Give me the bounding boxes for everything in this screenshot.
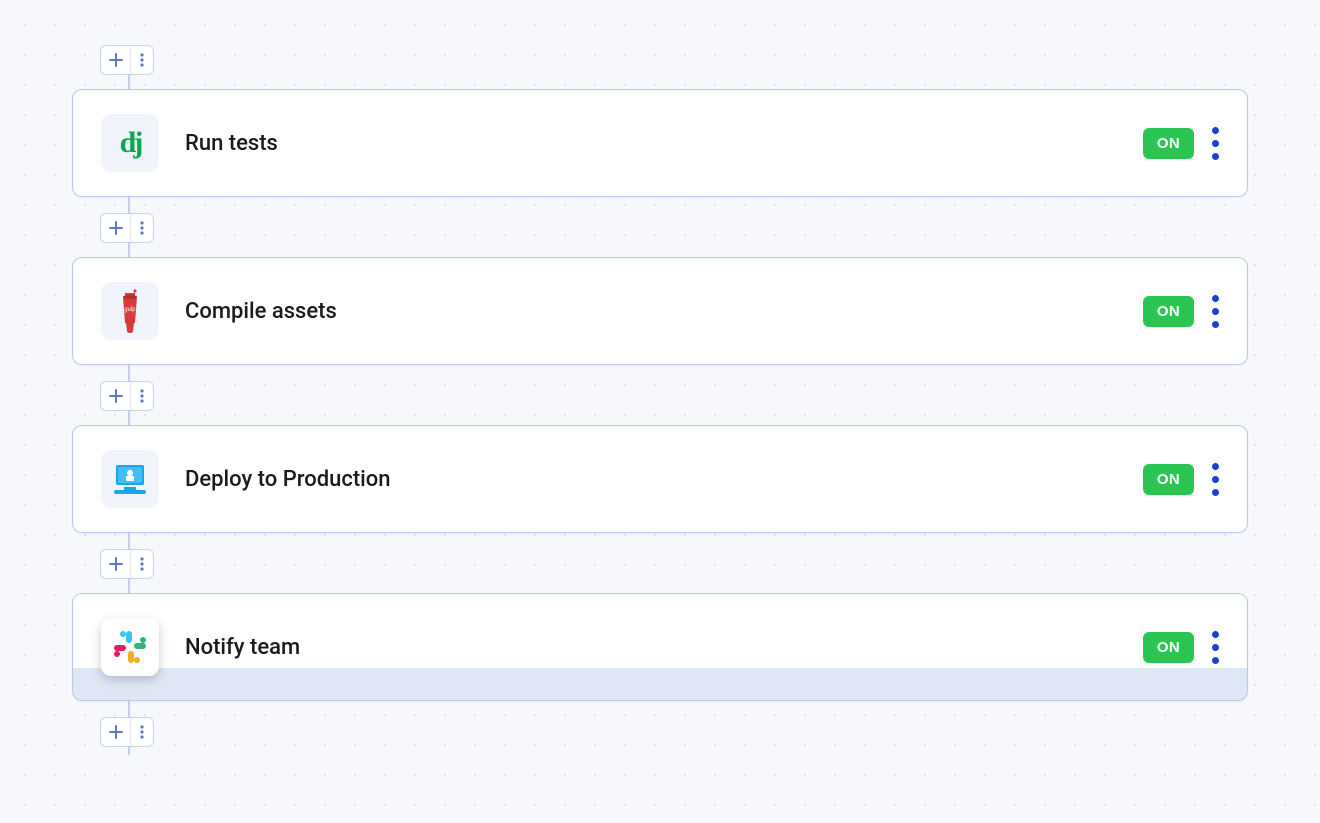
drag-handle-icon[interactable] <box>1212 127 1219 160</box>
drag-handle-icon[interactable] <box>1212 631 1219 664</box>
action-title: Compile assets <box>185 299 1143 324</box>
status-toggle[interactable]: ON <box>1143 296 1194 327</box>
action-card-deploy-production[interactable]: Deploy to Production ON <box>72 425 1248 533</box>
pipeline-canvas: dj Run tests ON gulp <box>0 0 1320 747</box>
action-title: Deploy to Production <box>185 467 1143 492</box>
insert-action-1[interactable] <box>100 213 154 243</box>
status-toggle[interactable]: ON <box>1143 632 1194 663</box>
drag-handle-icon[interactable] <box>1212 295 1219 328</box>
insert-action-4[interactable] <box>100 717 154 747</box>
plus-icon[interactable] <box>101 382 131 410</box>
insert-action-3[interactable] <box>100 549 154 579</box>
action-title: Run tests <box>185 131 1143 156</box>
insert-action-2[interactable] <box>100 381 154 411</box>
insert-menu-icon[interactable] <box>131 382 153 410</box>
insert-menu-icon[interactable] <box>131 46 153 74</box>
insert-action-0[interactable] <box>100 45 154 75</box>
svg-text:gulp: gulp <box>124 306 135 313</box>
slack-icon <box>101 618 159 676</box>
action-title: Notify team <box>185 635 1143 660</box>
action-card-run-tests[interactable]: dj Run tests ON <box>72 89 1248 197</box>
drag-handle-icon[interactable] <box>1212 463 1219 496</box>
status-toggle[interactable]: ON <box>1143 464 1194 495</box>
gulp-icon: gulp <box>101 282 159 340</box>
plus-icon[interactable] <box>101 214 131 242</box>
deploy-icon <box>101 450 159 508</box>
plus-icon[interactable] <box>101 550 131 578</box>
django-icon: dj <box>101 114 159 172</box>
insert-menu-icon[interactable] <box>131 550 153 578</box>
insert-menu-icon[interactable] <box>131 214 153 242</box>
action-card-compile-assets[interactable]: gulp Compile assets ON <box>72 257 1248 365</box>
insert-menu-icon[interactable] <box>131 718 153 746</box>
action-card-notify-team[interactable]: Notify team ON <box>72 593 1248 701</box>
plus-icon[interactable] <box>101 718 131 746</box>
status-toggle[interactable]: ON <box>1143 128 1194 159</box>
plus-icon[interactable] <box>101 46 131 74</box>
